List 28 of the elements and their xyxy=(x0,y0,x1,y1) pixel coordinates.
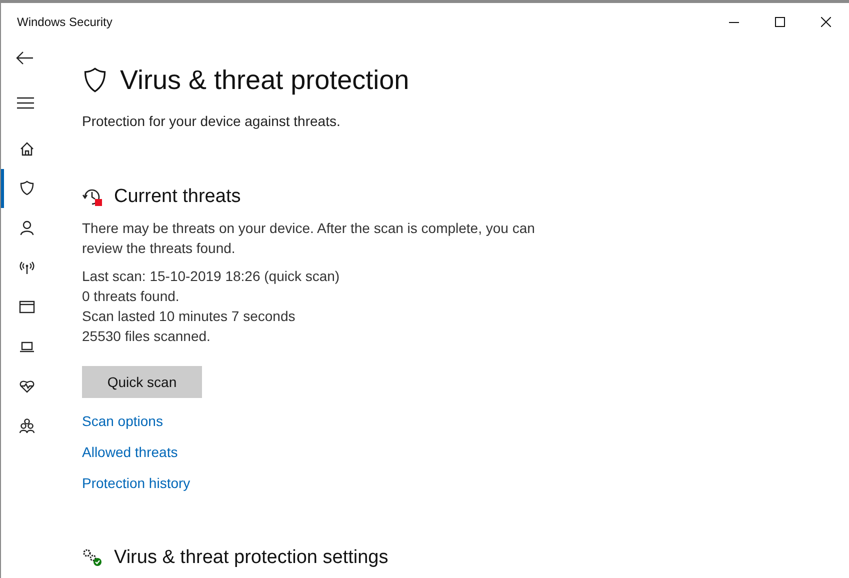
scan-detail: 0 threats found. xyxy=(82,287,180,306)
scan-detail: Scan lasted 10 minutes 7 seconds xyxy=(82,307,296,326)
quick-scan-button[interactable]: Quick scan xyxy=(82,366,202,398)
back-arrow-icon xyxy=(16,51,34,65)
person-icon xyxy=(18,220,34,236)
section-link[interactable]: Protection history xyxy=(82,473,190,493)
heart-icon xyxy=(18,378,34,394)
section-link[interactable]: Allowed threats xyxy=(82,442,178,462)
shield-icon xyxy=(82,66,108,94)
threats-description: There may be threats on your device. After the scan is complete, you can review the threats found. xyxy=(82,219,536,258)
scan-detail: Last scan: 15-10-2019 18:26 (quick scan) xyxy=(82,267,341,286)
home-icon xyxy=(18,140,34,157)
section-heading: Current threats xyxy=(114,185,241,209)
page-title: Virus & threat protection xyxy=(120,64,410,97)
scan-detail: 25530 files scanned. xyxy=(82,327,212,346)
window-title: Windows Security xyxy=(17,14,112,30)
browser-icon xyxy=(18,299,34,316)
section-heading: Virus & threat protection settings xyxy=(114,546,388,570)
clock-warning-icon xyxy=(82,187,104,207)
shield-icon xyxy=(18,180,34,196)
page-subtitle: Protection for your device against threats. xyxy=(82,112,342,131)
close-icon xyxy=(821,16,831,26)
section-link[interactable]: Scan options xyxy=(82,411,163,431)
family-icon xyxy=(18,418,34,434)
maximize-icon xyxy=(775,16,785,26)
wireless-icon xyxy=(18,260,34,276)
gear-check-icon xyxy=(82,548,104,568)
menu-icon xyxy=(16,97,34,109)
